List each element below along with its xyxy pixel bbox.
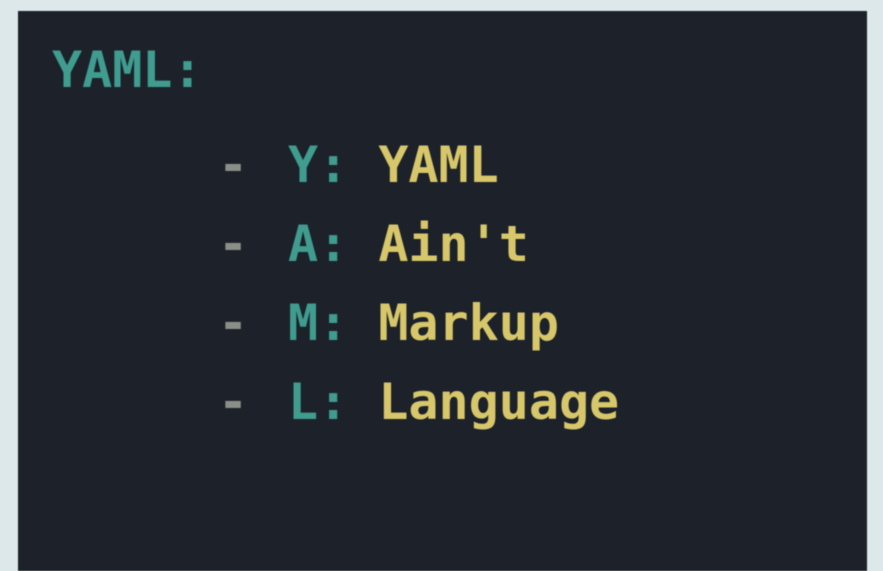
yaml-list-dash: - [218, 136, 249, 194]
code-line-item: - L: Language [218, 363, 619, 442]
yaml-value: Ain't [378, 215, 529, 273]
yaml-root-key: YAML [52, 41, 173, 99]
yaml-key: L [288, 373, 319, 431]
yaml-colon: : [318, 136, 349, 194]
yaml-colon: : [318, 215, 349, 273]
yaml-colon: : [318, 373, 349, 431]
code-editor: YAML: - Y: YAML - A: Ain't - M: Markup - L: … [18, 11, 867, 571]
code-line-item: - A: Ain't [218, 205, 529, 284]
yaml-value: YAML [378, 136, 499, 194]
yaml-list-dash: - [218, 215, 249, 273]
code-line-root: YAML: [52, 31, 203, 110]
yaml-colon: : [318, 294, 349, 352]
yaml-value: Markup [378, 294, 559, 352]
yaml-key: Y [288, 136, 319, 194]
yaml-list-dash: - [218, 373, 249, 431]
yaml-key: A [288, 215, 319, 273]
code-line-item: - Y: YAML [218, 126, 499, 205]
code-line-item: - M: Markup [218, 284, 559, 363]
yaml-list-dash: - [218, 294, 249, 352]
yaml-value: Language [378, 373, 620, 431]
yaml-colon: : [172, 41, 203, 99]
yaml-key: M [288, 294, 319, 352]
